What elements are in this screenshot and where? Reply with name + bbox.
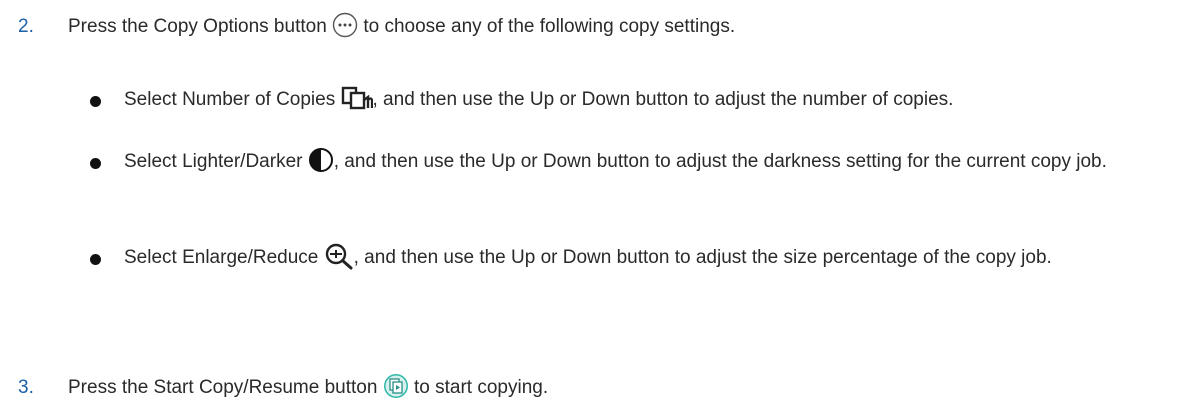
bullet-dot: [90, 96, 101, 107]
bullet-text-before: Select Lighter/Darker: [124, 151, 303, 172]
step-text: Press the Copy Options button to choose …: [68, 12, 735, 42]
lighter-darker-icon: [308, 147, 334, 173]
bullet-dot: [90, 254, 101, 265]
bullet-text: Select Enlarge/Reduce , and then use the…: [124, 240, 1184, 276]
step-text-before: Press the Start Copy/Resume button: [68, 377, 378, 398]
step-text-after: to choose any of the following copy sett…: [363, 16, 736, 37]
step-text-before: Press the Copy Options button: [68, 16, 327, 37]
number-of-copies-icon: [341, 86, 373, 110]
bullet-text-after: , and then use the Up or Down button to …: [333, 151, 1107, 172]
bullet-text-before: Select Enlarge/Reduce: [124, 247, 319, 268]
bullet-text: Select Number of Copies , and then use t…: [124, 82, 1184, 118]
bullet-text-after: , and then use the Up or Down button to …: [353, 247, 1052, 268]
start-copy-resume-icon: [383, 373, 409, 399]
bullet-text: Select Lighter/Darker , and then use the…: [124, 144, 1184, 180]
step-number: 3.: [18, 377, 34, 398]
copy-options-icon: [332, 12, 358, 38]
bullet-text-after: , and then use the Up or Down button to …: [372, 89, 954, 110]
bullet-dot: [90, 158, 101, 169]
step-text-after: to start copying.: [414, 377, 549, 398]
step-text: Press the Start Copy/Resume button to st…: [68, 373, 548, 403]
enlarge-reduce-icon: [324, 242, 354, 270]
bullet-text-before: Select Number of Copies: [124, 89, 336, 110]
step-number: 2.: [18, 16, 34, 37]
